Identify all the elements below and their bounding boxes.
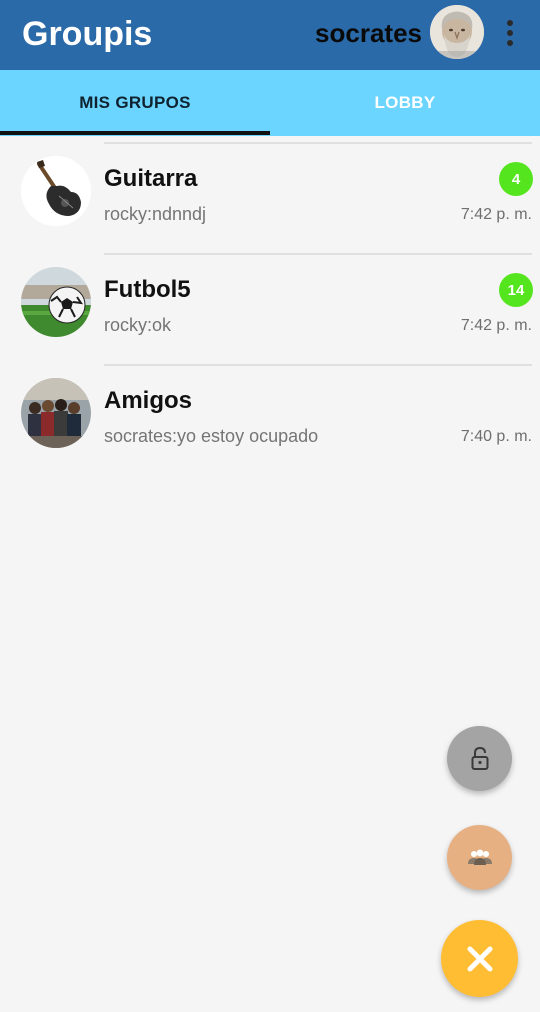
last-message: rocky:ndnndj xyxy=(104,204,207,224)
group-row-futbol5[interactable]: Futbol5 rocky:ok 7:42 p. m. 14 xyxy=(0,253,540,364)
guitar-icon xyxy=(21,156,91,226)
group-row-amigos[interactable]: Amigos socrates:yo estoy ocupado 7:40 p.… xyxy=(0,364,540,475)
group-row-guitarra[interactable]: Guitarra rocky:ndnndj 7:42 p. m. 4 xyxy=(0,142,540,253)
row-divider xyxy=(104,364,532,366)
last-message: socrates:yo estoy ocupado xyxy=(104,426,319,446)
lock-fab-button[interactable] xyxy=(447,726,512,791)
overflow-menu-icon[interactable] xyxy=(496,18,524,48)
group-fab-button[interactable] xyxy=(447,825,512,890)
socrates-avatar-icon xyxy=(430,5,484,59)
username-label: socrates xyxy=(315,18,422,48)
close-icon xyxy=(467,946,492,971)
tab-bar: MIS GRUPOS LOBBY xyxy=(0,70,540,136)
soccer-ball-icon xyxy=(21,267,91,337)
group-icon xyxy=(467,849,492,865)
last-message: rocky:ok xyxy=(104,315,172,335)
friends-group-avatar xyxy=(21,378,91,448)
group-name: Guitarra xyxy=(104,165,198,192)
group-name: Amigos xyxy=(104,387,193,414)
tab-lobby[interactable]: LOBBY xyxy=(270,70,540,136)
app-bar: Groupis socrates xyxy=(0,0,540,70)
message-time: 7:40 p. m. xyxy=(460,428,532,445)
row-divider xyxy=(104,253,532,255)
close-fab-button[interactable] xyxy=(441,920,518,997)
message-time: 7:42 p. m. xyxy=(460,206,532,223)
unread-badge: 4 xyxy=(499,162,533,196)
active-tab-indicator xyxy=(0,131,270,135)
tab-mis-grupos[interactable]: MIS GRUPOS xyxy=(0,70,270,136)
soccer-ball-avatar xyxy=(21,267,91,337)
friends-photo-icon xyxy=(21,378,91,448)
group-list: Guitarra rocky:ndnndj 7:42 p. m. 4 Futbo… xyxy=(0,142,540,475)
lock-icon xyxy=(471,746,488,770)
app-title: Groupis xyxy=(22,15,153,53)
message-time: 7:42 p. m. xyxy=(460,317,532,334)
guitar-avatar xyxy=(21,156,91,226)
unread-badge: 14 xyxy=(499,273,533,307)
row-divider xyxy=(104,142,532,144)
user-avatar[interactable] xyxy=(430,5,484,59)
group-name: Futbol5 xyxy=(104,276,191,303)
